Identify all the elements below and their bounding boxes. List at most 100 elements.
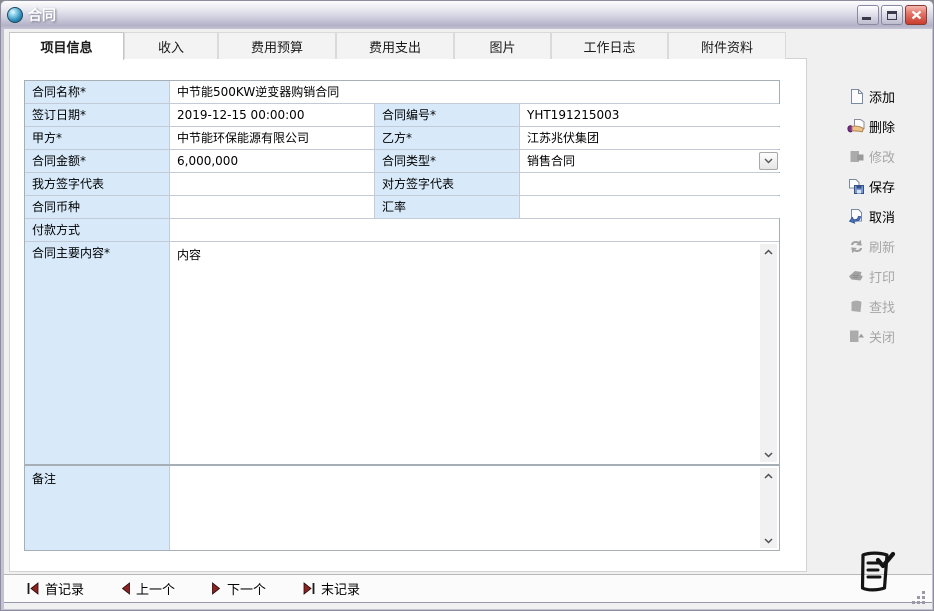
remark-textarea[interactable] bbox=[170, 466, 779, 550]
next-record-button[interactable]: 下一个 bbox=[211, 579, 266, 598]
form-row: 我方签字代表 对方签字代表 bbox=[25, 173, 779, 196]
save-button[interactable]: 保存 bbox=[840, 171, 930, 201]
form-row: 合同币种 汇率 bbox=[25, 196, 779, 219]
party-b-value[interactable]: 江苏兆伏集团 bbox=[520, 127, 780, 149]
last-record-button[interactable]: 末记录 bbox=[302, 579, 360, 598]
minimize-icon bbox=[862, 17, 871, 20]
add-button-label: 添加 bbox=[869, 87, 895, 106]
contract-type-select[interactable]: 销售合同 bbox=[520, 150, 780, 172]
last-record-label: 末记录 bbox=[321, 579, 360, 598]
main-content-textarea[interactable]: 内容 bbox=[170, 242, 779, 464]
remark-scrollbar[interactable] bbox=[760, 468, 777, 548]
scroll-down-icon[interactable] bbox=[760, 447, 777, 462]
first-record-button[interactable]: 首记录 bbox=[26, 579, 84, 598]
cancel-button-label: 取消 bbox=[869, 207, 895, 226]
cancel-button[interactable]: 取消 bbox=[840, 201, 930, 231]
tab-expense-spend[interactable]: 费用支出 bbox=[336, 32, 454, 59]
tab-pictures[interactable]: 图片 bbox=[454, 32, 551, 59]
first-record-label: 首记录 bbox=[45, 579, 84, 598]
sign-date-label: 签订日期* bbox=[25, 104, 170, 126]
currency-label: 合同币种 bbox=[25, 196, 170, 218]
find-button: 查找 bbox=[840, 291, 930, 321]
scroll-down-icon[interactable] bbox=[760, 533, 777, 548]
titlebar[interactable]: 合同 bbox=[1, 1, 933, 29]
maximize-button[interactable] bbox=[881, 5, 903, 25]
exchange-rate-value[interactable] bbox=[520, 196, 780, 218]
tab-work-log[interactable]: 工作日志 bbox=[551, 32, 668, 59]
form-row: 合同金额* 6,000,000 合同类型* 销售合同 bbox=[25, 150, 779, 173]
window-title: 合同 bbox=[28, 5, 857, 25]
last-record-icon bbox=[302, 582, 316, 595]
scroll-up-icon[interactable] bbox=[760, 468, 777, 483]
contract-form-grid: 合同名称* 中节能500KW逆变器购销合同 签订日期* 2019-12-15 0… bbox=[24, 80, 780, 465]
contract-type-value: 销售合同 bbox=[520, 150, 780, 172]
our-signer-value[interactable] bbox=[170, 173, 375, 195]
their-signer-label: 对方签字代表 bbox=[375, 173, 520, 195]
previous-record-button[interactable]: 上一个 bbox=[120, 579, 175, 598]
contract-type-label: 合同类型* bbox=[375, 150, 520, 172]
party-b-label: 乙方* bbox=[375, 127, 520, 149]
scroll-up-icon[interactable] bbox=[760, 244, 777, 259]
action-sidebar: 添加 删除 修改 bbox=[840, 81, 930, 351]
remark-row: 备注 bbox=[24, 465, 780, 551]
next-record-icon bbox=[211, 582, 222, 595]
find-icon bbox=[846, 297, 866, 315]
close-form-button-label: 关闭 bbox=[869, 327, 895, 346]
their-signer-value[interactable] bbox=[520, 173, 780, 195]
form-row: 签订日期* 2019-12-15 00:00:00 合同编号* YHT19121… bbox=[25, 104, 779, 127]
modify-button: 修改 bbox=[840, 141, 930, 171]
modify-icon bbox=[846, 147, 866, 165]
main-content-scrollbar[interactable] bbox=[760, 244, 777, 462]
contract-name-label: 合同名称* bbox=[25, 81, 170, 103]
add-button[interactable]: 添加 bbox=[840, 81, 930, 111]
exchange-rate-label: 汇率 bbox=[375, 196, 520, 218]
previous-record-label: 上一个 bbox=[136, 579, 175, 598]
chevron-down-icon bbox=[764, 158, 773, 164]
refresh-button-label: 刷新 bbox=[869, 237, 895, 256]
print-button-label: 打印 bbox=[869, 267, 895, 286]
sign-date-value[interactable]: 2019-12-15 00:00:00 bbox=[170, 104, 375, 126]
delete-hand-icon bbox=[846, 117, 866, 135]
resize-grip[interactable] bbox=[905, 588, 927, 610]
app-globe-icon bbox=[7, 7, 23, 23]
party-a-value[interactable]: 中节能环保能源有限公司 bbox=[170, 127, 375, 149]
maximize-icon bbox=[887, 11, 897, 20]
form-row: 付款方式 bbox=[25, 219, 779, 242]
amount-value[interactable]: 6,000,000 bbox=[170, 150, 375, 172]
tab-page-project-info: 合同名称* 中节能500KW逆变器购销合同 签订日期* 2019-12-15 0… bbox=[9, 58, 807, 572]
close-form-icon bbox=[846, 327, 866, 345]
main-content-label: 合同主要内容* bbox=[25, 242, 170, 464]
close-button[interactable] bbox=[905, 5, 927, 25]
our-signer-label: 我方签字代表 bbox=[25, 173, 170, 195]
record-navigation-bar: 首记录 上一个 下一个 末记录 bbox=[4, 574, 932, 603]
party-a-label: 甲方* bbox=[25, 127, 170, 149]
tab-expense-budget[interactable]: 费用预算 bbox=[218, 32, 336, 59]
contract-type-dropdown-button[interactable] bbox=[759, 152, 778, 170]
refresh-icon bbox=[846, 237, 866, 255]
tab-strip: 项目信息 收入 费用预算 费用支出 图片 工作日志 附件资料 bbox=[9, 31, 786, 59]
minimize-button[interactable] bbox=[857, 5, 879, 25]
close-form-button: 关闭 bbox=[840, 321, 930, 351]
save-button-label: 保存 bbox=[869, 177, 895, 196]
main-content-value: 内容 bbox=[170, 242, 779, 267]
form-row: 甲方* 中节能环保能源有限公司 乙方* 江苏兆伏集团 bbox=[25, 127, 779, 150]
tab-income[interactable]: 收入 bbox=[124, 32, 218, 59]
contract-no-label: 合同编号* bbox=[375, 104, 520, 126]
form-row-main-content: 合同主要内容* 内容 bbox=[25, 242, 779, 464]
contract-no-value[interactable]: YHT191215003 bbox=[520, 104, 780, 126]
currency-value[interactable] bbox=[170, 196, 375, 218]
modify-button-label: 修改 bbox=[869, 147, 895, 166]
form-row: 合同名称* 中节能500KW逆变器购销合同 bbox=[25, 81, 779, 104]
payment-value[interactable] bbox=[170, 219, 779, 241]
contract-sketch-icon bbox=[850, 546, 900, 602]
first-record-icon bbox=[26, 582, 40, 595]
delete-button[interactable]: 删除 bbox=[840, 111, 930, 141]
print-button: 打印 bbox=[840, 261, 930, 291]
contract-name-value[interactable]: 中节能500KW逆变器购销合同 bbox=[170, 81, 779, 103]
tab-attachments[interactable]: 附件资料 bbox=[668, 32, 786, 59]
previous-record-icon bbox=[120, 582, 131, 595]
tab-project-info[interactable]: 项目信息 bbox=[9, 32, 124, 60]
find-button-label: 查找 bbox=[869, 297, 895, 316]
close-icon bbox=[911, 10, 922, 20]
refresh-button: 刷新 bbox=[840, 231, 930, 261]
